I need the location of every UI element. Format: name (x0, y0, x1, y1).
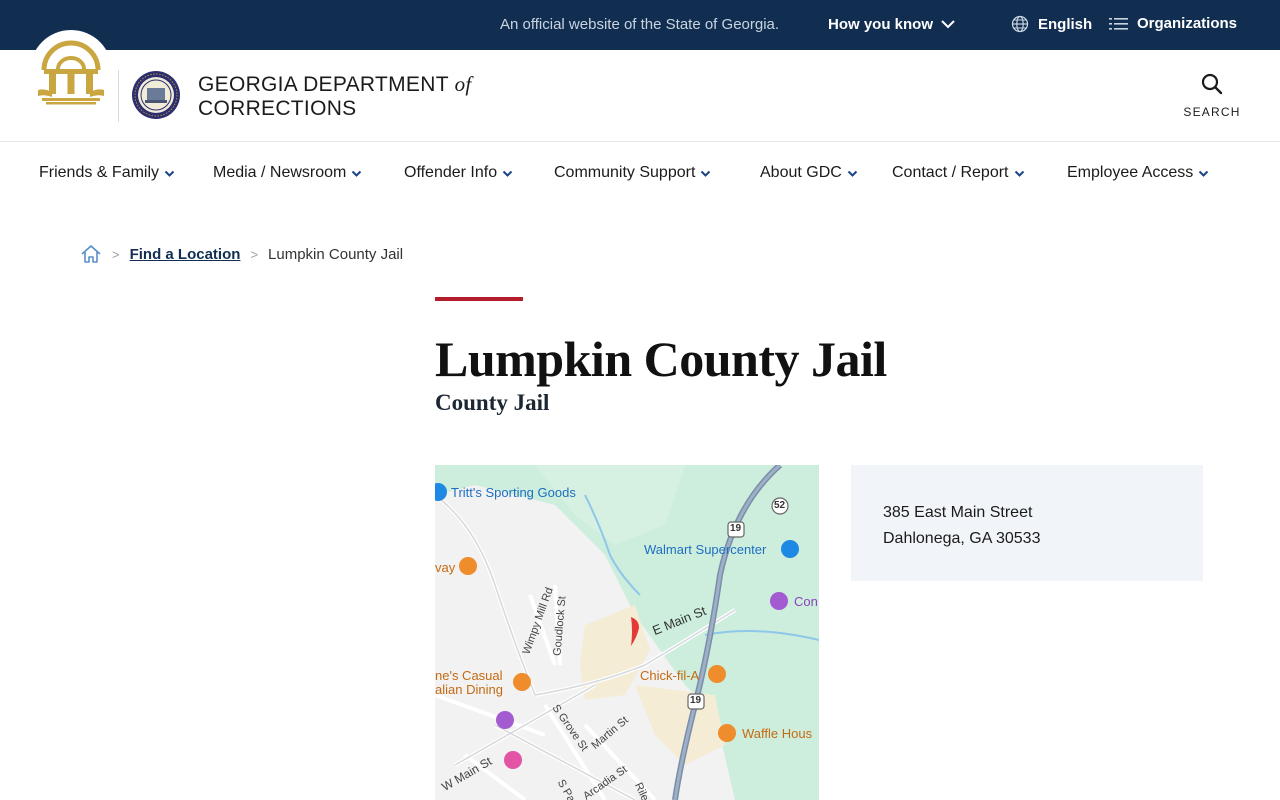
nav-employee-access[interactable]: Employee Access (1067, 164, 1209, 182)
language-label: English (1038, 15, 1093, 33)
chevron-down-icon (701, 170, 711, 177)
nav-item-label: About GDC (760, 164, 842, 181)
title-accent-bar (435, 297, 523, 301)
chevron-down-icon (847, 170, 858, 177)
nav-item-label: Offender Info (404, 164, 498, 181)
map-label-chickfila: Chick-fil-A (640, 668, 700, 683)
search-label: SEARCH (1183, 105, 1241, 119)
chevron-down-icon (164, 170, 175, 177)
search-button[interactable]: SEARCH (1178, 72, 1246, 119)
official-site-text: An official website of the State of Geor… (500, 16, 780, 33)
address-line-2: Dahlonega, GA 30533 (883, 530, 1041, 547)
list-icon (1109, 17, 1128, 30)
chevron-down-icon (941, 20, 955, 29)
chevron-down-icon (1014, 170, 1024, 177)
breadcrumb-find-location-link[interactable]: Find a Location (130, 246, 241, 263)
agency-name-line1: GEORGIA DEPARTMENT (198, 73, 449, 96)
nav-community-support[interactable]: Community Support (554, 164, 711, 182)
page-subtitle: County Jail (435, 390, 550, 415)
chevron-down-icon (352, 170, 362, 177)
georgia-arch-seal-icon (38, 40, 104, 105)
nav-item-label: Community Support (554, 164, 696, 181)
breadcrumb-separator: > (112, 246, 120, 262)
agency-name[interactable]: GEORGIA DEPARTMENT of CORRECTIONS (198, 72, 472, 121)
header-divider (118, 70, 119, 122)
organizations-label: Organizations (1137, 15, 1238, 32)
map-label-tritts: Tritt's Sporting Goods (451, 485, 576, 500)
nav-friends-family[interactable]: Friends & Family (39, 164, 175, 182)
gdc-seal-icon (132, 71, 180, 119)
page-title: Lumpkin County Jail (435, 331, 887, 387)
search-icon (1201, 73, 1223, 95)
globe-icon (1011, 15, 1029, 33)
how-you-know-label: How you know (828, 16, 933, 33)
map-route-52-shield: 52 (774, 500, 786, 511)
map-label-casual-2: alian Dining (435, 682, 503, 697)
organizations-menu[interactable]: Organizations (1109, 15, 1237, 32)
nav-item-label: Employee Access (1067, 164, 1194, 181)
breadcrumb-separator: > (250, 246, 259, 262)
map-route-19-shield: 19 (690, 695, 702, 706)
nav-media-newsroom[interactable]: Media / Newsroom (213, 164, 362, 182)
nav-item-label: Media / Newsroom (213, 164, 347, 181)
agency-name-of: of (454, 72, 472, 96)
nav-item-label: Contact / Report (892, 164, 1009, 181)
breadcrumb-current: Lumpkin County Jail (268, 245, 404, 263)
chevron-down-icon (1199, 170, 1209, 177)
nav-about-gdc[interactable]: About GDC (760, 164, 858, 182)
map-canvas (435, 465, 819, 800)
how-you-know-button[interactable]: How you know (828, 16, 955, 33)
breadcrumb: > Find a Location > Lumpkin County Jail (80, 242, 403, 266)
map-route-19-shield: 19 (730, 523, 742, 534)
site-header: GEORGIA DEPARTMENT of CORRECTIONS SEARCH (0, 30, 1280, 142)
nav-offender-info[interactable]: Offender Info (404, 164, 513, 182)
main-navigation: Friends & Family Media / Newsroom Offend… (0, 143, 1280, 203)
map-label-casual-1: ne's Casual (435, 668, 503, 683)
map-label-conn: Con (794, 594, 818, 609)
home-icon[interactable] (80, 244, 102, 264)
map-label-way: vay (435, 560, 456, 575)
agency-name-line2: CORRECTIONS (198, 97, 357, 120)
chevron-down-icon (502, 170, 513, 177)
location-map[interactable]: Tritt's Sporting Goods Walmart Supercent… (435, 465, 819, 800)
language-selector[interactable]: English (1011, 15, 1092, 33)
georgia-state-seal-link[interactable] (30, 30, 112, 112)
map-label-waffle: Waffle Hous (742, 726, 813, 741)
nav-item-label: Friends & Family (39, 164, 160, 181)
address-line-1: 385 East Main Street (883, 504, 1033, 521)
map-label-walmart: Walmart Supercenter (644, 542, 767, 557)
address-card: 385 East Main Street Dahlonega, GA 30533 (851, 465, 1203, 581)
official-banner: An official website of the State of Geor… (0, 0, 1280, 50)
nav-contact-report[interactable]: Contact / Report (892, 164, 1025, 182)
